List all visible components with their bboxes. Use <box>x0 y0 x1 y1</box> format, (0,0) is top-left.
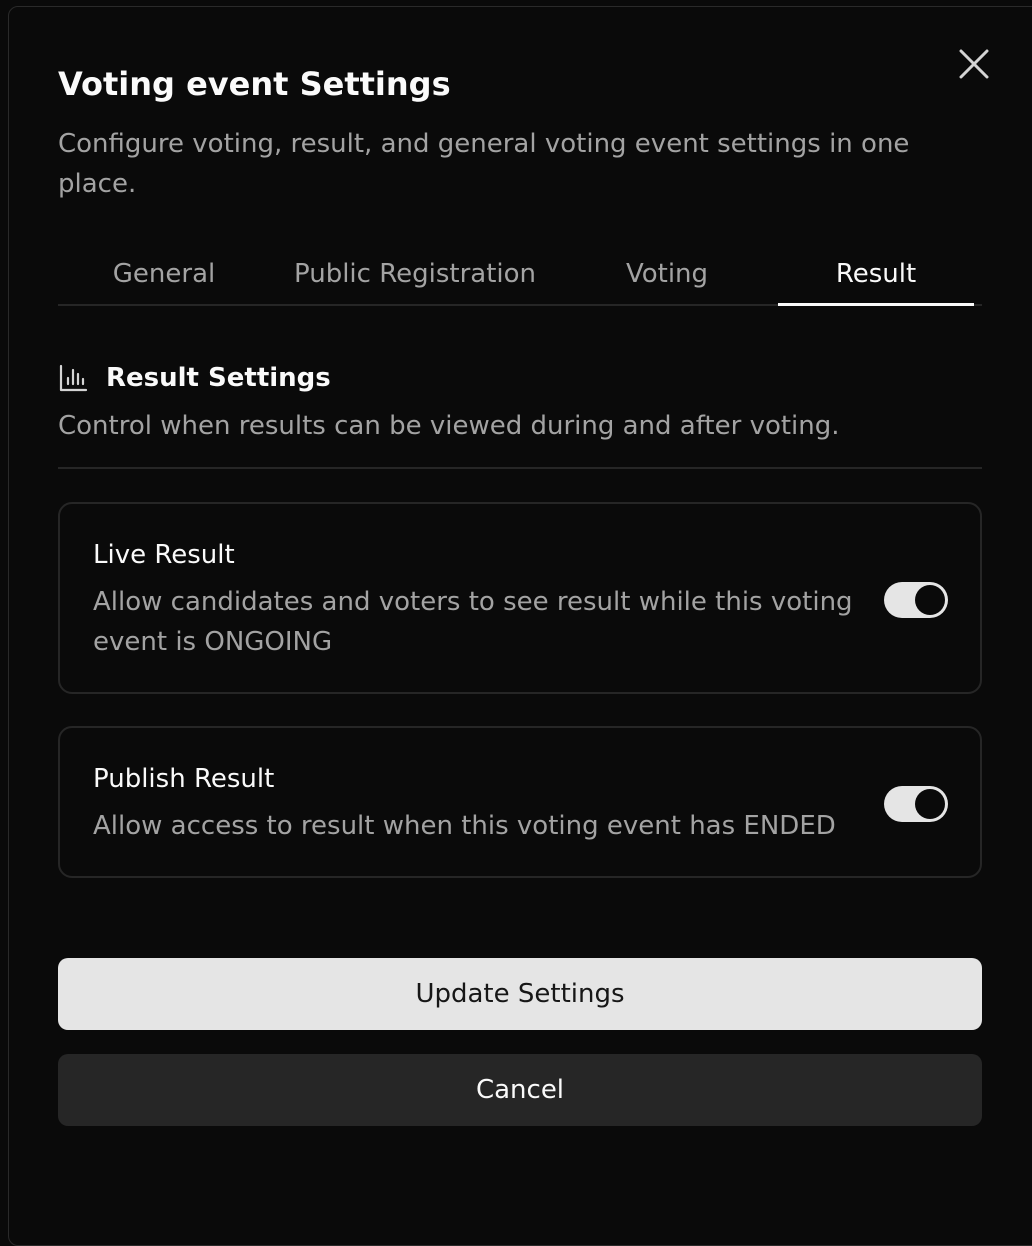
bar-chart-icon <box>58 363 88 393</box>
publish-result-toggle[interactable] <box>884 786 948 822</box>
section-title: Result Settings <box>106 363 331 393</box>
setting-title: Live Result <box>93 540 235 570</box>
update-settings-button[interactable]: Update Settings <box>58 958 982 1030</box>
setting-card-publish-result: Publish Result Allow access to result wh… <box>58 726 982 878</box>
setting-card-live-result: Live Result Allow candidates and voters … <box>58 502 982 694</box>
toggle-knob <box>915 585 945 615</box>
tab-list: General Public Registration Voting Resul… <box>58 244 982 306</box>
close-button[interactable] <box>954 44 994 84</box>
tab-voting[interactable]: Voting <box>560 244 774 304</box>
section-divider <box>58 467 982 469</box>
section-header: Result Settings <box>58 358 331 398</box>
tab-result[interactable]: Result <box>778 244 974 306</box>
setting-title: Publish Result <box>93 764 275 794</box>
close-icon <box>959 49 989 79</box>
tab-general[interactable]: General <box>58 244 270 304</box>
dialog-description: Configure voting, result, and general vo… <box>58 129 910 199</box>
live-result-toggle[interactable] <box>884 582 948 618</box>
section-description: Control when results can be viewed durin… <box>58 411 840 441</box>
setting-description: Allow access to result when this voting … <box>93 811 836 841</box>
cancel-button[interactable]: Cancel <box>58 1054 982 1126</box>
setting-description: Allow candidates and voters to see resul… <box>93 587 853 657</box>
toggle-knob <box>915 789 945 819</box>
dialog-title: Voting event Settings <box>58 65 451 103</box>
tab-public-registration[interactable]: Public Registration <box>270 244 560 304</box>
